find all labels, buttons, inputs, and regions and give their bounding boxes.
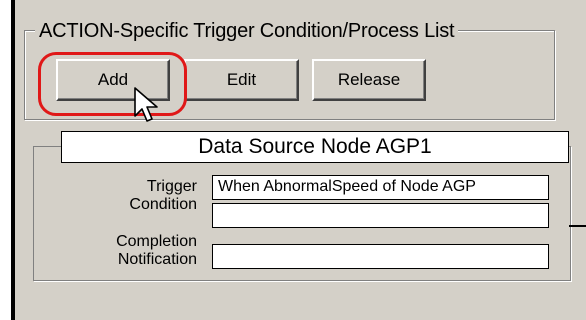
completion-notification-field[interactable] (212, 244, 549, 269)
release-button[interactable]: Release (312, 59, 426, 101)
trigger-condition-field-2[interactable] (212, 203, 549, 228)
completion-label-line2: Notification (117, 251, 197, 268)
highlight-circle (38, 52, 187, 116)
node-title: Data Source Node AGP1 (61, 131, 569, 163)
trigger-condition-field[interactable]: When AbnormalSpeed of Node AGP (212, 175, 549, 200)
groupbox-title: ACTION-Specific Trigger Condition/Proces… (35, 19, 459, 43)
edit-button[interactable]: Edit (184, 59, 299, 101)
completion-label: Completion Notification (78, 233, 197, 269)
release-button-label: Release (337, 70, 401, 89)
trigger-label: Trigger Condition (100, 178, 197, 214)
edit-button-label: Edit (226, 70, 257, 89)
mouse-pointer-icon (134, 87, 158, 122)
screenshot-canvas: ACTION-Specific Trigger Condition/Proces… (0, 0, 586, 320)
trigger-label-line2: Condition (129, 196, 197, 213)
connector-line (569, 225, 586, 227)
trigger-label-line1: Trigger (146, 178, 197, 195)
completion-label-line1: Completion (116, 233, 197, 250)
